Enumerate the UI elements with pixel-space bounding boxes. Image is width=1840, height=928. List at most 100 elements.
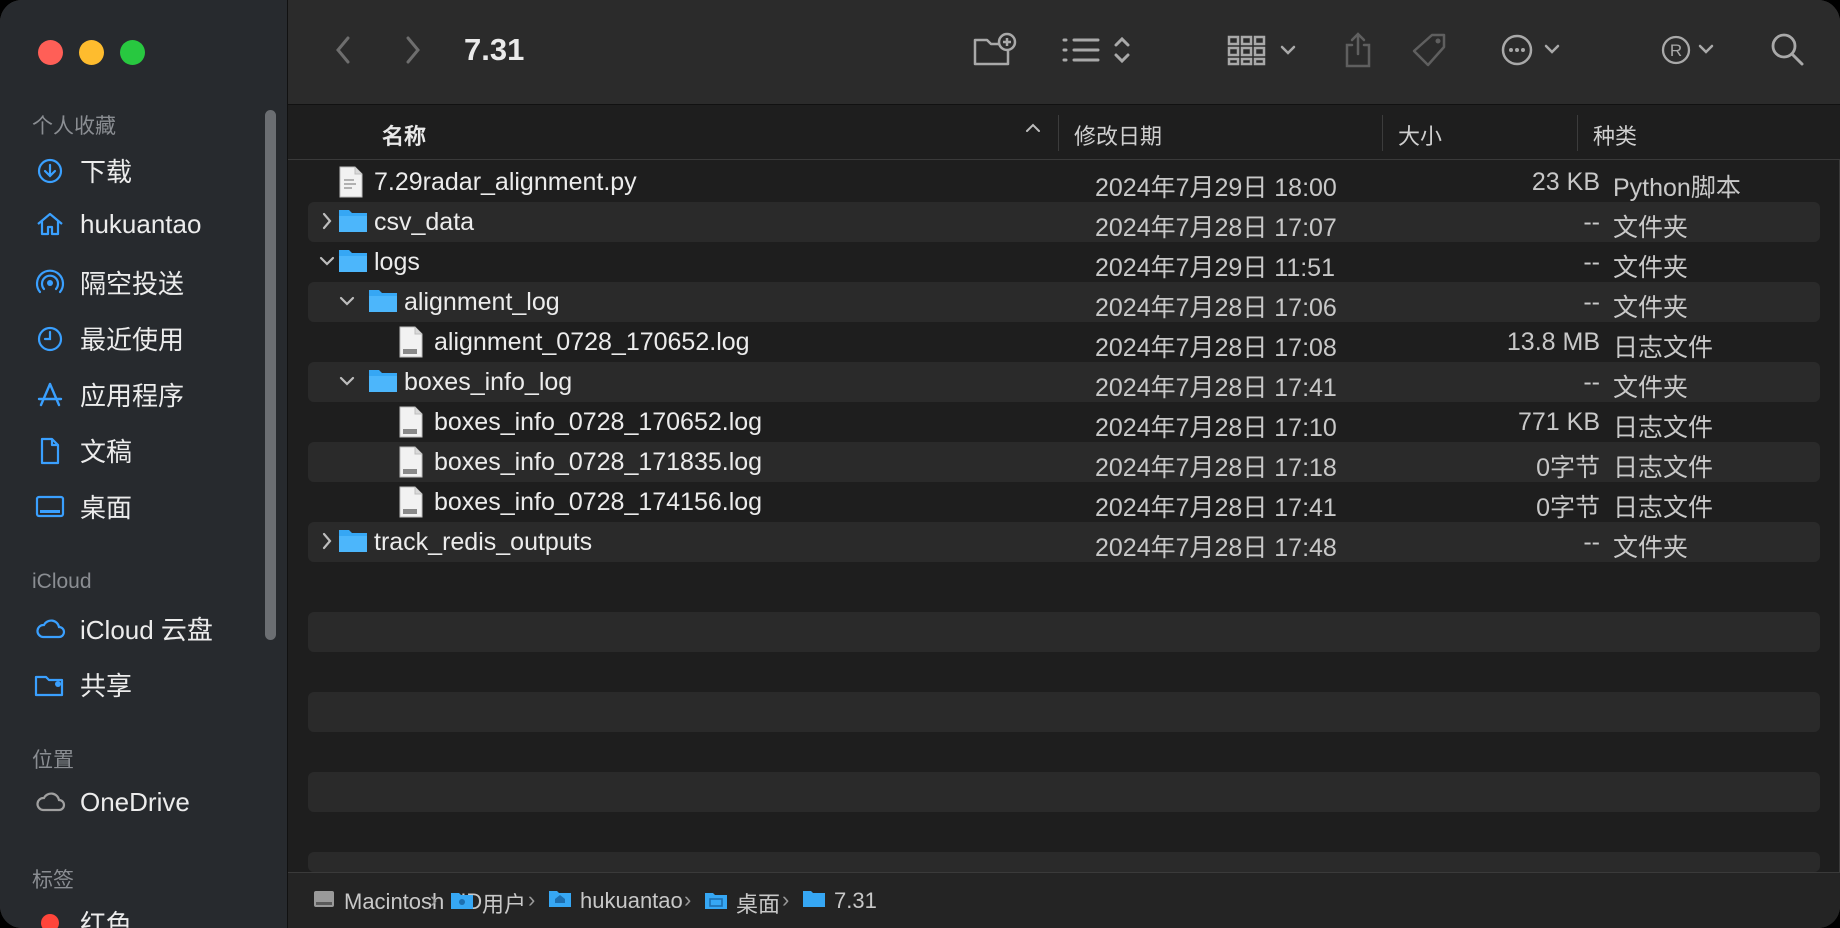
path-chevron-icon: › — [430, 887, 438, 912]
sidebar-item-airdrop[interactable]: 隔空投送 — [34, 264, 184, 301]
path-chevron-icon: › — [782, 887, 790, 912]
file-date: 2024年7月28日 17:48 — [1095, 534, 1337, 562]
back-button[interactable] — [328, 28, 358, 76]
path-crumb-current[interactable]: 7.31 — [802, 887, 877, 915]
registered-icon: R — [1660, 33, 1722, 72]
finder-window: 个人收藏 下载 hukuantao 隔空投送 最近使用 应用程序 文稿 桌面 i… — [0, 0, 1840, 928]
file-date: 2024年7月28日 17:08 — [1095, 334, 1337, 362]
log-file-icon — [398, 446, 428, 478]
sidebar-item-home[interactable]: hukuantao — [34, 208, 201, 240]
folder-row[interactable]: alignment_log 2024年7月28日 17:06 -- 文件夹 — [308, 282, 1820, 322]
empty-row-stripe — [308, 772, 1820, 812]
file-name: boxes_info_0728_174156.log — [434, 488, 763, 516]
sidebar-item-tag-red[interactable]: 红色 — [34, 904, 132, 928]
more-actions-button[interactable] — [1498, 28, 1572, 76]
forward-button[interactable] — [398, 28, 428, 76]
disclosure-collapsed-icon[interactable] — [318, 210, 338, 234]
shared-folder-icon — [34, 669, 66, 701]
search-icon — [1770, 32, 1806, 73]
grid-icon — [1226, 33, 1302, 72]
file-name: boxes_info_0728_170652.log — [434, 408, 763, 436]
desktop-icon — [34, 491, 66, 523]
path-crumb-home[interactable]: hukuantao — [548, 887, 683, 915]
file-kind: Python脚本 — [1613, 174, 1741, 202]
sidebar-item-label: 下载 — [80, 157, 133, 187]
search-button[interactable] — [1766, 28, 1810, 76]
disclosure-expanded-icon[interactable] — [318, 250, 338, 274]
disclosure-expanded-icon[interactable] — [338, 290, 358, 314]
tag-icon — [1410, 31, 1450, 74]
file-kind: 文件夹 — [1613, 294, 1689, 322]
file-row[interactable]: alignment_0728_170652.log 2024年7月28日 17:0… — [308, 322, 1820, 362]
extension-button[interactable]: R — [1658, 28, 1724, 76]
folder-icon — [450, 889, 474, 917]
file-name: track_redis_outputs — [374, 528, 593, 556]
folder-row[interactable]: csv_data 2024年7月28日 17:07 -- 文件夹 — [308, 202, 1820, 242]
column-divider[interactable] — [1382, 115, 1383, 151]
file-size: -- — [1583, 368, 1600, 396]
path-crumb-label: 桌面 — [736, 892, 781, 917]
file-kind: 日志文件 — [1613, 334, 1714, 362]
sidebar-item-recents[interactable]: 最近使用 — [34, 320, 184, 357]
sidebar-section-tags: 标签 — [32, 869, 74, 892]
cloud-outline-icon — [34, 786, 66, 818]
sidebar-section-favorites: 个人收藏 — [32, 115, 116, 138]
view-options-button[interactable] — [1058, 28, 1138, 76]
file-kind: 文件夹 — [1613, 214, 1689, 242]
file-kind: 日志文件 — [1613, 454, 1714, 482]
log-file-icon — [398, 406, 428, 438]
file-row[interactable]: boxes_info_0728_170652.log 2024年7月28日 17:… — [308, 402, 1820, 442]
disclosure-collapsed-icon[interactable] — [318, 530, 338, 554]
file-row[interactable]: boxes_info_0728_171835.log 2024年7月28日 17:… — [308, 442, 1820, 482]
close-button[interactable] — [38, 40, 63, 65]
folder-row[interactable]: track_redis_outputs 2024年7月28日 17:48 -- 文件夹 — [308, 522, 1820, 562]
applications-icon — [34, 379, 66, 411]
folder-icon — [368, 366, 398, 398]
column-kind[interactable]: 种类 — [1593, 119, 1637, 151]
sidebar-item-label: 共享 — [80, 671, 133, 701]
file-size: -- — [1583, 528, 1600, 556]
new-folder-button[interactable] — [970, 28, 1020, 76]
clock-icon — [34, 323, 66, 355]
sidebar-item-shared[interactable]: 共享 — [34, 666, 132, 703]
hard-drive-icon — [312, 887, 336, 917]
column-size[interactable]: 大小 — [1398, 119, 1442, 151]
file-name: boxes_info_0728_171835.log — [434, 448, 763, 476]
column-divider[interactable] — [1058, 115, 1059, 151]
file-row[interactable]: boxes_info_0728_174156.log 2024年7月28日 17:… — [308, 482, 1820, 522]
download-icon — [34, 155, 66, 187]
folder-row[interactable]: logs 2024年7月29日 11:51 -- 文件夹 — [308, 242, 1820, 282]
file-row[interactable]: 7.29radar_alignment.py 2024年7月29日 18:00 23… — [308, 162, 1820, 202]
disclosure-expanded-icon[interactable] — [338, 370, 358, 394]
path-crumb-desktop[interactable]: 桌面 — [704, 887, 780, 919]
folder-row[interactable]: boxes_info_log 2024年7月28日 17:41 -- 文件夹 — [308, 362, 1820, 402]
group-button[interactable] — [1224, 28, 1304, 76]
file-name: boxes_info_log — [404, 368, 573, 396]
zoom-button[interactable] — [120, 40, 145, 65]
column-date[interactable]: 修改日期 — [1074, 119, 1162, 151]
sidebar-item-documents[interactable]: 文稿 — [34, 432, 132, 469]
share-button[interactable] — [1338, 28, 1378, 76]
path-crumb-users[interactable]: 用户 — [450, 887, 526, 919]
sidebar-item-downloads[interactable]: 下载 — [34, 152, 132, 189]
empty-row-stripe — [308, 852, 1820, 872]
file-size: 0字节 — [1536, 454, 1600, 482]
tag-button[interactable] — [1408, 28, 1452, 76]
column-header: 名称 修改日期 大小 种类 — [288, 105, 1840, 160]
cloud-icon — [34, 613, 66, 645]
empty-row-stripe — [308, 692, 1820, 732]
file-name: alignment_log — [404, 288, 560, 316]
list-view-icon — [1060, 33, 1136, 72]
column-divider[interactable] — [1577, 115, 1578, 151]
sort-ascending-icon[interactable] — [1024, 117, 1042, 145]
file-kind: 日志文件 — [1613, 414, 1714, 442]
sidebar-item-desktop[interactable]: 桌面 — [34, 488, 132, 525]
sidebar-item-onedrive[interactable]: OneDrive — [34, 786, 190, 818]
sidebar-scrollbar[interactable] — [265, 110, 276, 640]
chevron-left-icon — [334, 34, 352, 71]
sidebar-item-icloud-drive[interactable]: iCloud 云盘 — [34, 610, 213, 647]
sidebar-item-applications[interactable]: 应用程序 — [34, 376, 184, 413]
minimize-button[interactable] — [79, 40, 104, 65]
column-name[interactable]: 名称 — [382, 119, 426, 151]
file-date: 2024年7月28日 17:18 — [1095, 454, 1337, 482]
